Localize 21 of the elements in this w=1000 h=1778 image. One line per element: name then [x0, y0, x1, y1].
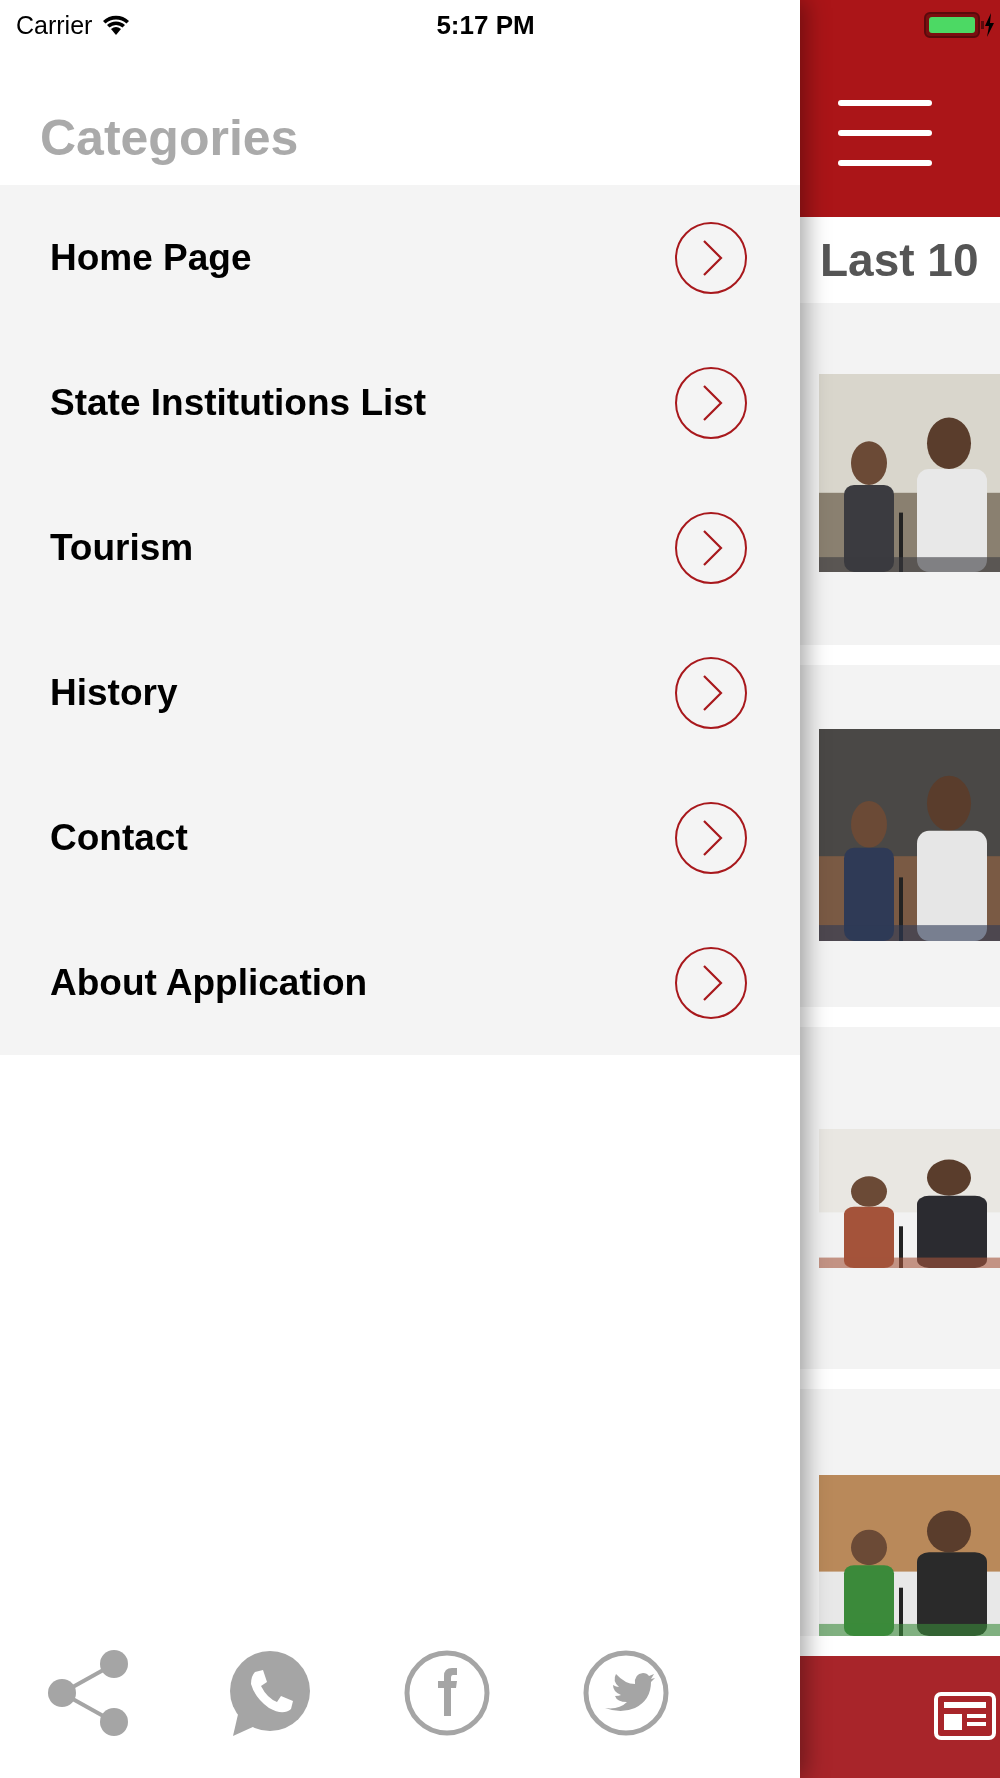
- facebook-icon[interactable]: [404, 1650, 490, 1736]
- chevron-circle-icon: [674, 800, 748, 875]
- bird-icon[interactable]: [583, 1650, 669, 1736]
- category-item[interactable]: About Application: [0, 910, 800, 1055]
- category-item[interactable]: Tourism: [0, 475, 800, 620]
- carrier-label: Carrier: [16, 10, 93, 40]
- battery-icon: [924, 12, 994, 38]
- category-item[interactable]: Contact: [0, 765, 800, 910]
- chevron-circle-icon: [674, 220, 748, 295]
- menu-icon[interactable]: [838, 100, 932, 166]
- section-title: Last 10: [820, 233, 979, 287]
- drawer-title: Categories: [39, 109, 300, 168]
- category-item[interactable]: Home Page: [0, 185, 800, 330]
- chevron-circle-icon: [674, 365, 748, 440]
- category-item[interactable]: History: [0, 620, 800, 765]
- chevron-circle-icon: [674, 510, 748, 585]
- wifi-icon: [102, 14, 131, 36]
- chevron-circle-icon: [674, 655, 748, 730]
- clock-time: 5:17 PM: [436, 9, 535, 41]
- category-item[interactable]: State Institutions List: [0, 330, 800, 475]
- chevron-circle-icon: [674, 945, 748, 1020]
